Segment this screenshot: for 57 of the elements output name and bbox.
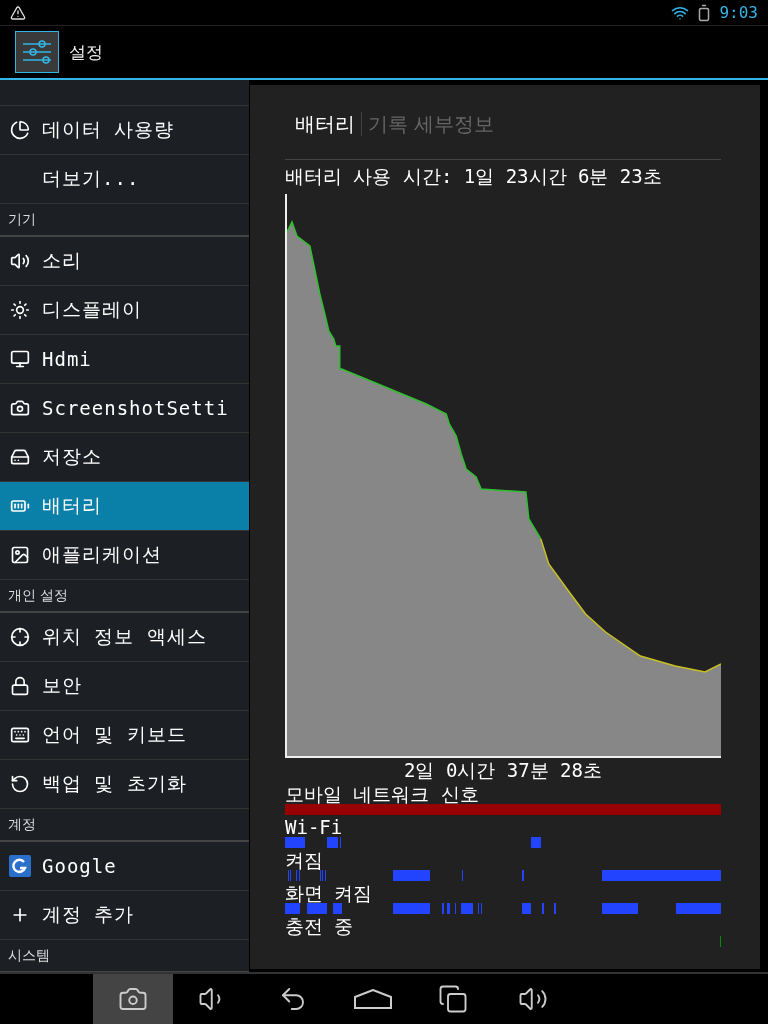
signal-label: 켜짐 xyxy=(285,848,324,872)
usage-time: 배터리 사용 시간: 1일 23시간 6분 23초 xyxy=(285,164,663,189)
settings-item[interactable]: 디스플레이 xyxy=(0,286,249,335)
crosshair-icon xyxy=(10,627,30,647)
tab[interactable]: 배터리 xyxy=(295,110,361,138)
speaker-icon xyxy=(10,251,30,271)
reset-icon xyxy=(10,774,30,794)
activity-bar xyxy=(531,837,541,848)
activity-bar xyxy=(393,870,430,881)
settings-item[interactable]: 소리 xyxy=(0,237,249,286)
activity-bar xyxy=(447,903,450,914)
section-header: 계정 xyxy=(0,809,249,842)
settings-item[interactable]: 언어 및 키보드 xyxy=(0,711,249,760)
end-time: 2일 0시간 37분 28초 xyxy=(403,758,603,782)
activity-bar xyxy=(285,837,305,848)
activity-bar xyxy=(676,903,721,914)
sun-icon xyxy=(10,300,30,320)
app-title: 설정 xyxy=(69,40,103,64)
lock-icon xyxy=(10,676,30,696)
activity-bar xyxy=(307,903,327,914)
activity-bar xyxy=(522,903,531,914)
recents-icon xyxy=(438,984,468,1014)
settings-item[interactable]: 애플리케이션 xyxy=(0,531,249,580)
activity-bar xyxy=(602,903,638,914)
monitor-icon xyxy=(10,349,30,369)
camera-icon xyxy=(10,398,30,418)
settings-item[interactable]: 배터리 xyxy=(0,482,249,531)
keyboard-icon xyxy=(10,725,30,745)
settings-app-icon[interactable] xyxy=(15,31,59,73)
picture-icon xyxy=(10,545,30,565)
settings-item[interactable]: 계정 추가 xyxy=(0,891,249,940)
pie-chart-icon xyxy=(10,120,30,140)
signal-label: Wi-Fi xyxy=(285,815,344,839)
settings-item[interactable]: 위치 정보 액세스 xyxy=(0,613,249,662)
settings-item[interactable]: Google xyxy=(0,842,249,891)
signal-label: 모바일 네트워크 신호 xyxy=(285,782,480,806)
settings-item[interactable]: 더보기... xyxy=(0,155,249,204)
settings-item[interactable]: 백업 및 초기화 xyxy=(0,760,249,809)
home-icon xyxy=(354,989,392,1009)
section-header: 기기 xyxy=(0,204,249,237)
activity-bar xyxy=(285,903,300,914)
activity-bar xyxy=(333,903,342,914)
activity-bar xyxy=(393,903,430,914)
settings-item[interactable]: 보안 xyxy=(0,662,249,711)
signal-label: 화면 켜짐 xyxy=(285,881,374,905)
g-logo-icon xyxy=(9,855,31,877)
activity-bar xyxy=(327,837,338,848)
signal-label: 충전 중 xyxy=(285,914,355,938)
section-header: 개인 설정 xyxy=(0,580,249,613)
activity-bar xyxy=(461,903,473,914)
settings-item[interactable]: ScreenshotSetti xyxy=(0,384,249,433)
nav-button[interactable] xyxy=(93,974,173,1024)
settings-item[interactable]: 데이터 사용량 xyxy=(0,106,249,155)
settings-item[interactable]: Hdmi xyxy=(0,335,249,384)
warning-icon xyxy=(10,4,26,21)
storage-icon xyxy=(10,447,30,467)
clock-time: 9:03 xyxy=(719,3,758,22)
